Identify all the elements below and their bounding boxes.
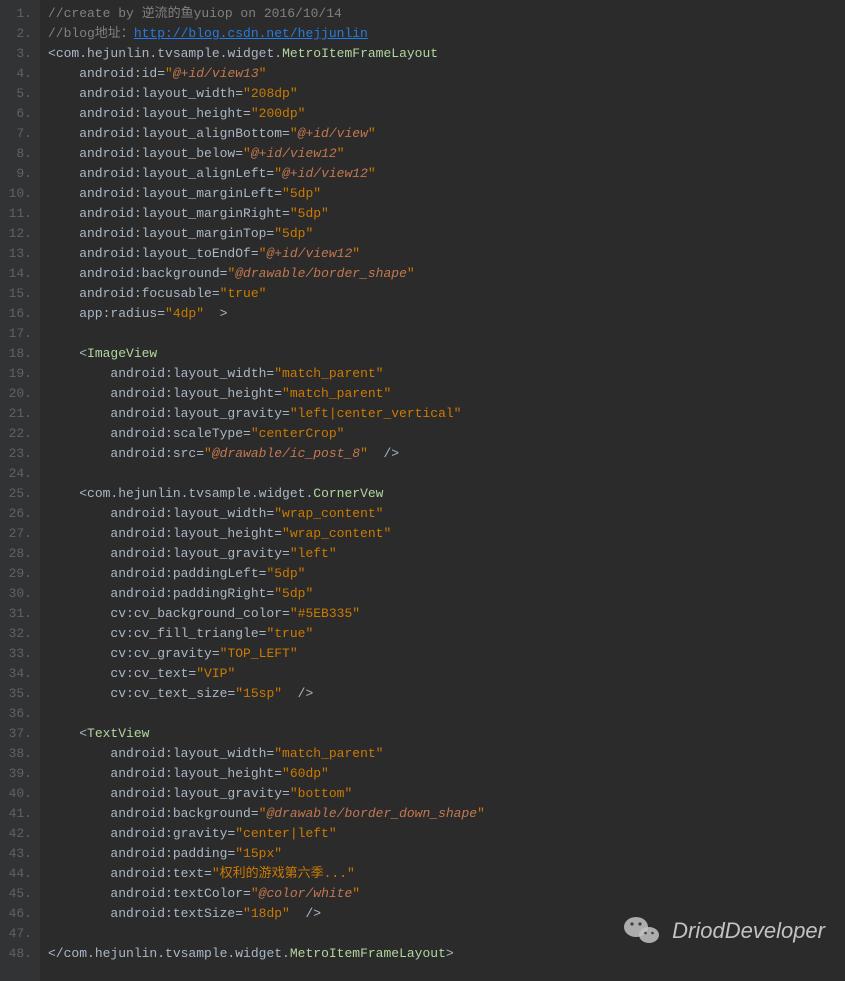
code-line: android:layout_below="@+id/view12" [48,144,841,164]
line-number: 43. [4,844,32,864]
wechat-icon [622,911,662,951]
line-number: 20. [4,384,32,404]
line-number: 6. [4,104,32,124]
line-number: 1. [4,4,32,24]
watermark: DriodDeveloper [622,911,825,951]
code-line [48,324,841,344]
line-number: 2. [4,24,32,44]
line-number: 15. [4,284,32,304]
code-line: app:radius="4dp" > [48,304,841,324]
line-number: 30. [4,584,32,604]
line-number: 26. [4,504,32,524]
line-number: 33. [4,644,32,664]
code-line: android:textColor="@color/white" [48,884,841,904]
code-line: android:layout_marginLeft="5dp" [48,184,841,204]
line-number: 29. [4,564,32,584]
code-editor: 1.2.3.4.5.6.7.8.9.10.11.12.13.14.15.16.1… [0,0,845,981]
code-line: android:background="@drawable/border_dow… [48,804,841,824]
line-number: 48. [4,944,32,964]
line-number: 37. [4,724,32,744]
code-line: android:layout_height="match_parent" [48,384,841,404]
code-line: android:focusable="true" [48,284,841,304]
line-number: 21. [4,404,32,424]
code-line: <com.hejunlin.tvsample.widget.MetroItemF… [48,44,841,64]
code-line: android:layout_width="wrap_content" [48,504,841,524]
line-number: 28. [4,544,32,564]
code-line: //blog地址：http://blog.csdn.net/hejjunlin [48,24,841,44]
code-line: android:layout_alignLeft="@+id/view12" [48,164,841,184]
code-line: android:layout_height="200dp" [48,104,841,124]
line-number: 19. [4,364,32,384]
code-line: //create by 逆流的鱼yuiop on 2016/10/14 [48,4,841,24]
line-number: 4. [4,64,32,84]
line-number: 46. [4,904,32,924]
code-line: android:scaleType="centerCrop" [48,424,841,444]
code-line: cv:cv_gravity="TOP_LEFT" [48,644,841,664]
code-line: android:padding="15px" [48,844,841,864]
code-line: android:layout_gravity="left" [48,544,841,564]
code-line: cv:cv_text_size="15sp" /> [48,684,841,704]
line-number: 5. [4,84,32,104]
code-line: <ImageView [48,344,841,364]
code-line: android:src="@drawable/ic_post_8" /> [48,444,841,464]
code-area: //create by 逆流的鱼yuiop on 2016/10/14//blo… [40,0,845,981]
line-number: 22. [4,424,32,444]
line-number: 35. [4,684,32,704]
line-number: 38. [4,744,32,764]
line-number: 32. [4,624,32,644]
code-line: android:layout_width="match_parent" [48,364,841,384]
code-line: android:text="权利的游戏第六季..." [48,864,841,884]
code-line: android:paddingRight="5dp" [48,584,841,604]
line-number: 24. [4,464,32,484]
code-line: android:id="@+id/view13" [48,64,841,84]
code-line: android:layout_gravity="left|center_vert… [48,404,841,424]
line-number-gutter: 1.2.3.4.5.6.7.8.9.10.11.12.13.14.15.16.1… [0,0,40,981]
line-number: 27. [4,524,32,544]
line-number: 18. [4,344,32,364]
code-line: android:background="@drawable/border_sha… [48,264,841,284]
line-number: 34. [4,664,32,684]
line-number: 45. [4,884,32,904]
line-number: 42. [4,824,32,844]
line-number: 17. [4,324,32,344]
line-number: 39. [4,764,32,784]
line-number: 13. [4,244,32,264]
line-number: 36. [4,704,32,724]
code-line: <com.hejunlin.tvsample.widget.CornerVew [48,484,841,504]
line-number: 8. [4,144,32,164]
watermark-text: DriodDeveloper [672,921,825,941]
code-line [48,704,841,724]
line-number: 23. [4,444,32,464]
code-line: android:layout_height="wrap_content" [48,524,841,544]
code-line [48,464,841,484]
code-line: android:layout_width="208dp" [48,84,841,104]
code-line: android:layout_gravity="bottom" [48,784,841,804]
code-line: android:layout_marginTop="5dp" [48,224,841,244]
line-number: 3. [4,44,32,64]
code-line: android:gravity="center|left" [48,824,841,844]
line-number: 44. [4,864,32,884]
line-number: 41. [4,804,32,824]
code-line: android:layout_toEndOf="@+id/view12" [48,244,841,264]
code-line: <TextView [48,724,841,744]
line-number: 12. [4,224,32,244]
line-number: 10. [4,184,32,204]
code-line: cv:cv_background_color="#5EB335" [48,604,841,624]
line-number: 9. [4,164,32,184]
line-number: 16. [4,304,32,324]
line-number: 14. [4,264,32,284]
code-line: android:layout_height="60dp" [48,764,841,784]
line-number: 11. [4,204,32,224]
code-line: cv:cv_fill_triangle="true" [48,624,841,644]
line-number: 7. [4,124,32,144]
code-line: cv:cv_text="VIP" [48,664,841,684]
code-line: android:paddingLeft="5dp" [48,564,841,584]
line-number: 40. [4,784,32,804]
code-line: android:layout_alignBottom="@+id/view" [48,124,841,144]
code-line: android:layout_marginRight="5dp" [48,204,841,224]
line-number: 31. [4,604,32,624]
code-line: android:layout_width="match_parent" [48,744,841,764]
line-number: 25. [4,484,32,504]
line-number: 47. [4,924,32,944]
